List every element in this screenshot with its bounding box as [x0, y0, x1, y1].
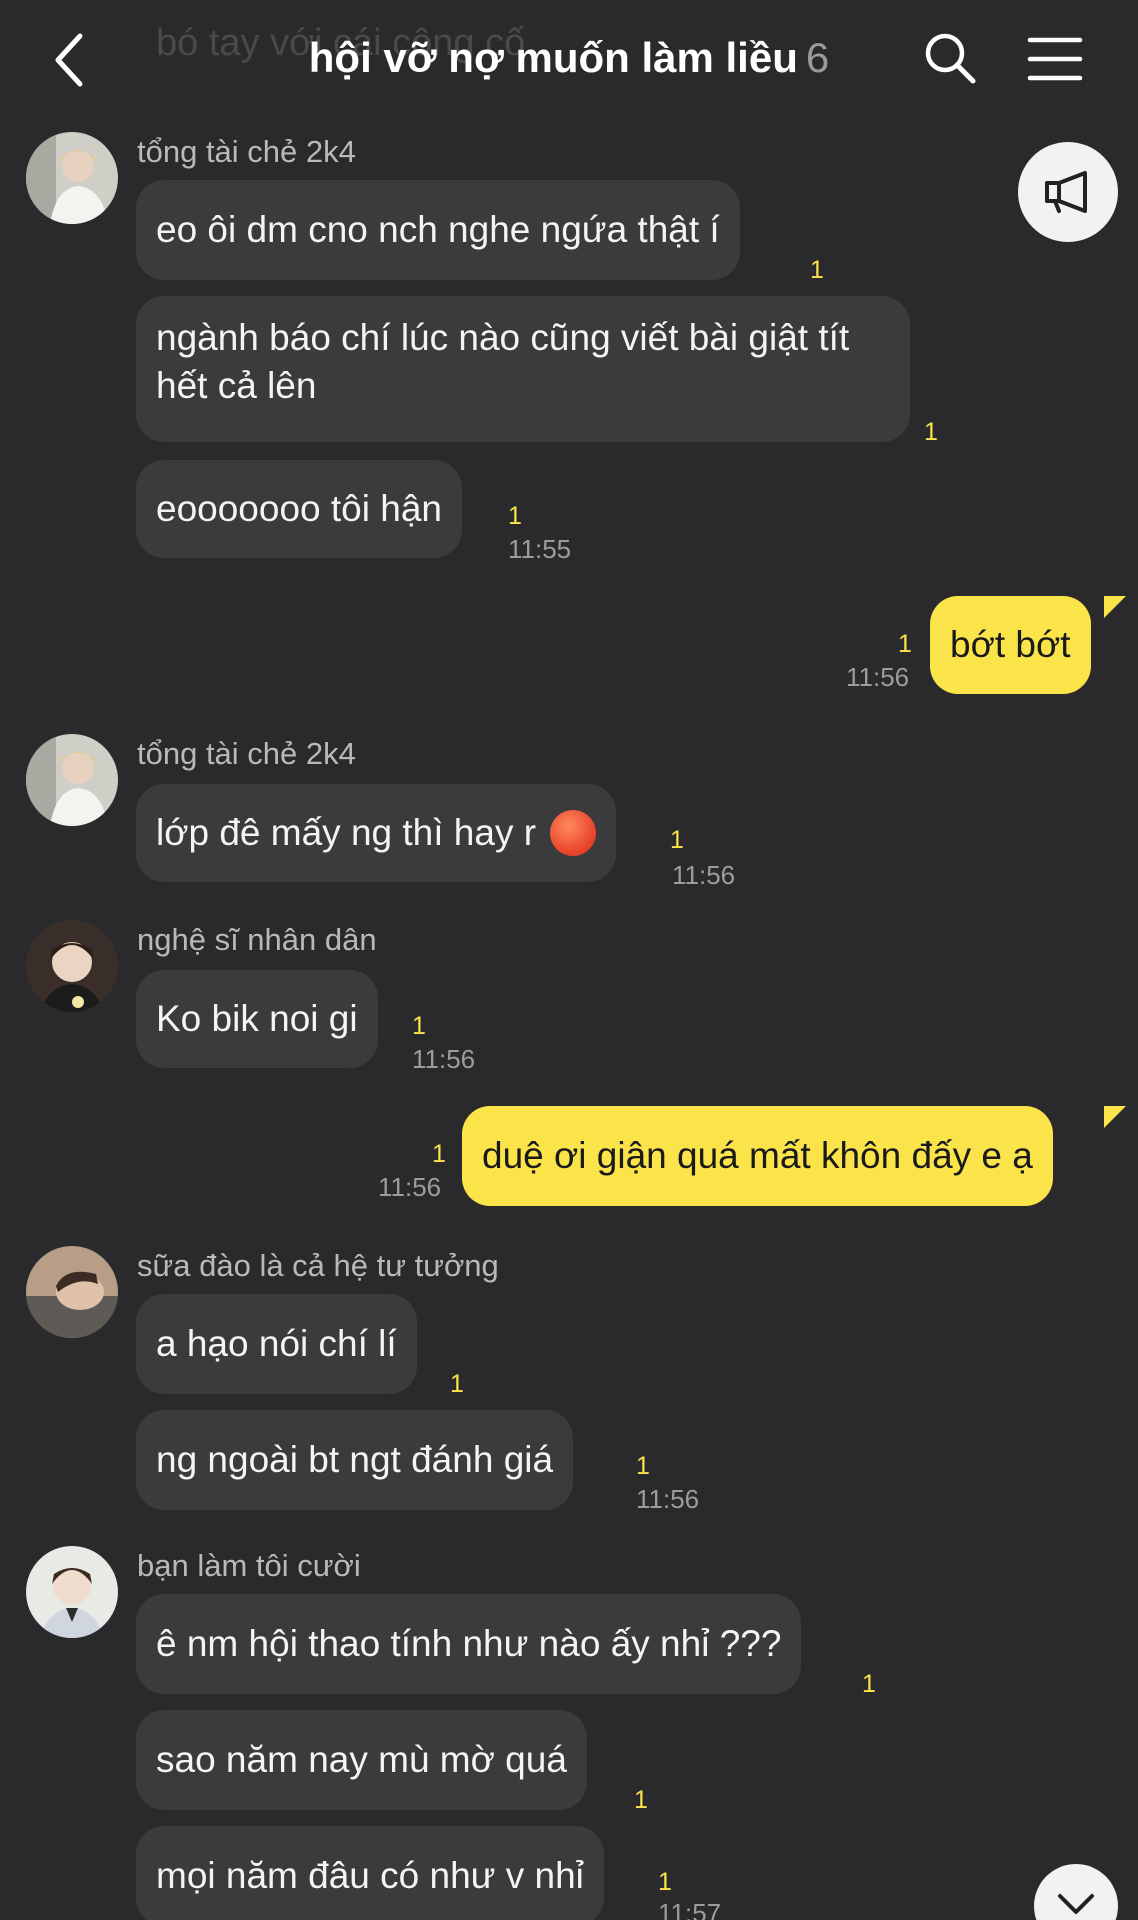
menu-button[interactable] — [1026, 30, 1084, 88]
message-time: 11:56 — [378, 1172, 442, 1202]
bubble-tail — [1104, 1106, 1126, 1128]
megaphone-icon — [1045, 171, 1087, 213]
message-bubble[interactable]: a hạo nói chí lí — [136, 1294, 417, 1394]
unread-count: 1 — [658, 1868, 672, 1896]
avatar[interactable] — [26, 1246, 118, 1338]
avatar[interactable] — [26, 920, 118, 1012]
my-message-bubble[interactable]: bớt bớt — [930, 596, 1091, 694]
message-time: 11:56 — [412, 1044, 476, 1074]
search-button[interactable] — [920, 28, 980, 88]
chevron-down-icon — [1058, 1894, 1094, 1914]
message-text: ng ngoài bt ngt đánh giá — [156, 1439, 554, 1480]
sender-name: nghệ sĩ nhân dân — [137, 922, 377, 957]
chat-header: bó tay với cái công cố hội vỡ nợ muốn là… — [0, 0, 1138, 120]
message-bubble[interactable]: eo ôi dm cno nch nghe ngứa thật í — [136, 180, 740, 280]
unread-count: 1 — [634, 1786, 648, 1814]
message-time: 11:57 — [658, 1898, 722, 1920]
unread-count: 1 — [810, 256, 824, 284]
unread-count: 1 — [898, 630, 912, 658]
unread-count: 1 — [636, 1452, 650, 1480]
message-text: Ko bik noi gi — [156, 998, 358, 1039]
message-bubble[interactable]: mọi năm đâu có như v nhỉ — [136, 1826, 604, 1920]
chat-screen: bó tay với cái công cố hội vỡ nợ muốn là… — [0, 0, 1138, 1920]
unread-count: 1 — [924, 418, 938, 446]
unread-count: 1 — [508, 502, 522, 530]
bubble-tail — [1104, 596, 1126, 618]
unread-count: 1 — [450, 1370, 464, 1398]
message-bubble[interactable]: lớp đê mấy ng thì hay r — [136, 784, 617, 882]
announcement-button[interactable] — [1018, 142, 1118, 242]
unread-count: 1 — [670, 826, 684, 854]
sender-name: tổng tài chẻ 2k4 — [137, 134, 356, 169]
unread-count: 1 — [862, 1670, 876, 1698]
message-text: eooooooo tôi hận — [156, 488, 442, 529]
unread-count: 1 — [412, 1012, 426, 1040]
message-text: ê nm hội thao tính như nào ấy nhỉ ??? — [156, 1623, 782, 1664]
message-bubble[interactable]: ê nm hội thao tính như nào ấy nhỉ ??? — [136, 1594, 802, 1694]
message-text: ngành báo chí lúc nào cũng viết bài giật… — [156, 317, 850, 406]
message-text: duệ ơi giận quá mất khôn đấy e ạ — [482, 1135, 1033, 1176]
message-time: 11:56 — [636, 1484, 700, 1514]
sender-name: bạn làm tôi cười — [137, 1548, 361, 1583]
message-time: 11:55 — [508, 534, 572, 564]
message-text: eo ôi dm cno nch nghe ngứa thật í — [156, 209, 720, 250]
message-time: 11:56 — [846, 662, 910, 692]
message-text: lớp đê mấy ng thì hay r — [156, 812, 537, 853]
message-text: a hạo nói chí lí — [156, 1323, 397, 1364]
hamburger-menu-icon — [1027, 37, 1083, 81]
message-text: sao năm nay mù mờ quá — [156, 1739, 567, 1780]
avatar[interactable] — [26, 132, 118, 224]
search-icon — [925, 33, 976, 84]
message-bubble[interactable]: ng ngoài bt ngt đánh giá — [136, 1410, 574, 1510]
message-time: 11:56 — [672, 860, 736, 890]
sender-name: sữa đào là cả hệ tư tưởng — [137, 1248, 499, 1283]
message-bubble[interactable]: eooooooo tôi hận — [136, 460, 462, 558]
avatar[interactable] — [26, 734, 118, 826]
group-name: hội vỡ nợ muốn làm liều — [308, 34, 798, 81]
message-text: bớt bớt — [950, 624, 1071, 665]
angry-face-emoji — [550, 810, 597, 856]
message-bubble[interactable]: sao năm nay mù mờ quá — [136, 1710, 587, 1810]
unread-count: 1 — [432, 1140, 446, 1168]
member-count: 6 — [805, 34, 830, 81]
message-bubble[interactable]: ngành báo chí lúc nào cũng viết bài giật… — [136, 296, 910, 442]
sender-name: tổng tài chẻ 2k4 — [137, 736, 356, 771]
avatar[interactable] — [26, 1546, 118, 1638]
message-text: mọi năm đâu có như v nhỉ — [156, 1855, 584, 1896]
my-message-bubble[interactable]: duệ ơi giận quá mất khôn đấy e ạ — [462, 1106, 1053, 1206]
scroll-down-button[interactable] — [1034, 1864, 1118, 1920]
message-bubble[interactable]: Ko bik noi gi — [136, 970, 378, 1068]
